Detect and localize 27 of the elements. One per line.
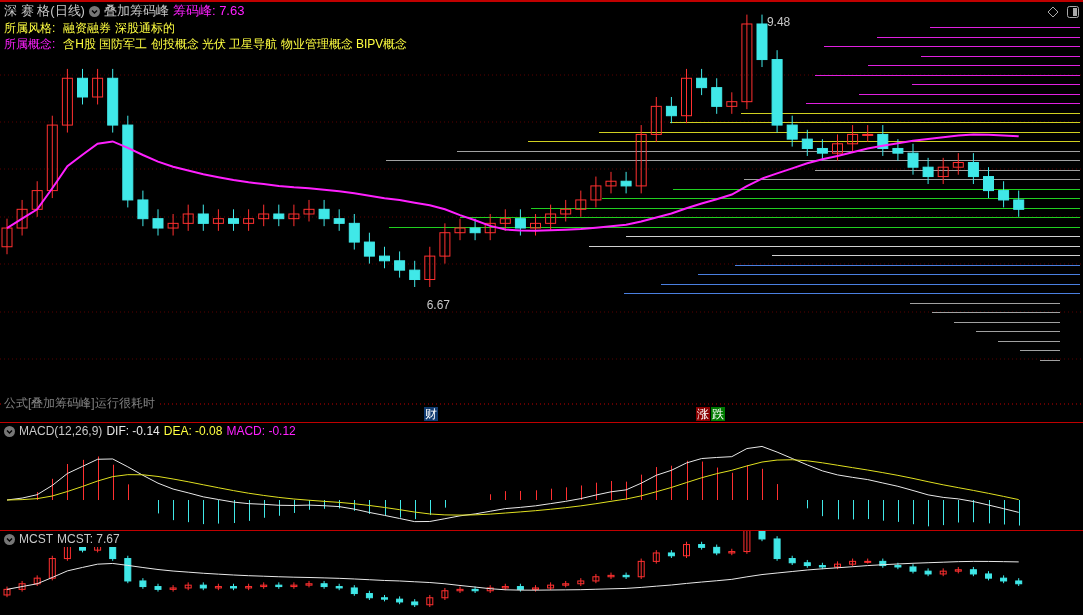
indicator-reading: 筹码峰: 7.63 — [172, 2, 245, 21]
macd-title: MACD(12,26,9) — [19, 423, 103, 440]
high-price-label: 9.48 — [766, 13, 791, 31]
event-badge[interactable]: 涨 — [695, 407, 710, 421]
mcst-reading: MCST: 7.67 — [57, 531, 120, 548]
collapse-chevron-icon[interactable] — [88, 5, 100, 17]
info-label: 所属风格: — [4, 20, 56, 37]
info-value: 融资融券 深股通标的 — [63, 20, 175, 37]
panel-toggle-icon[interactable] — [1067, 6, 1079, 18]
diamond-icon[interactable] — [1047, 6, 1059, 18]
info-value: 含H股 国防军工 创投概念 光伏 卫星导航 物业管理概念 BIPV概念 — [63, 36, 408, 53]
low-price-label: 6.67 — [426, 297, 451, 315]
stock-title: 深 赛 格(日线) — [4, 2, 85, 21]
chip-level-line — [997, 341, 1061, 342]
indicator-name: 叠加筹码峰 — [103, 2, 169, 21]
formula-notice: 公式[叠加筹码峰]运行很耗时 — [4, 394, 159, 412]
dif-reading: DIF: -0.14 — [106, 423, 160, 440]
chip-level-line — [1039, 360, 1061, 361]
info-label: 所属概念: — [4, 36, 56, 53]
mcst-title: MCST — [19, 531, 53, 548]
collapse-chevron-icon[interactable] — [4, 533, 15, 545]
chip-level-line — [1019, 350, 1061, 351]
macd-reading: MACD: -0.12 — [226, 423, 296, 440]
collapse-chevron-icon[interactable] — [4, 425, 15, 437]
event-badge[interactable]: 财 — [423, 407, 438, 421]
dea-reading: DEA: -0.08 — [163, 423, 223, 440]
event-badge[interactable]: 跌 — [710, 407, 725, 421]
